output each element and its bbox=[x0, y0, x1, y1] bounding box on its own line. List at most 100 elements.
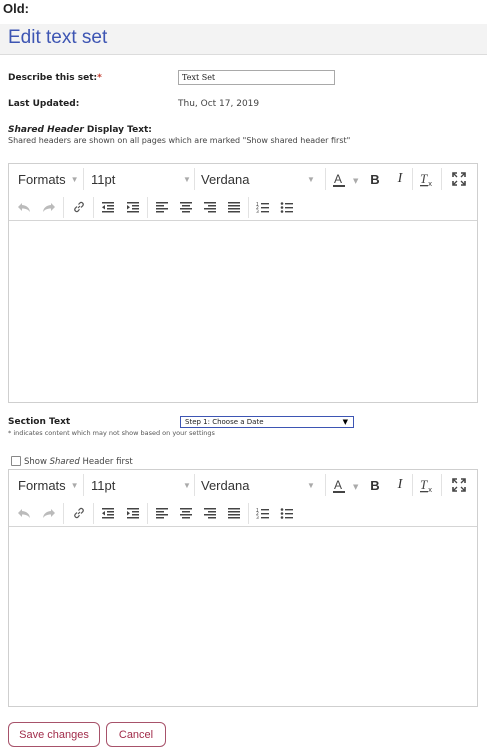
toolbar-divider bbox=[412, 168, 413, 190]
chevron-down-icon: ▼ bbox=[70, 480, 79, 490]
svg-text:T: T bbox=[420, 171, 428, 186]
toolbar-divider bbox=[412, 474, 413, 496]
toolbar-divider bbox=[83, 474, 84, 496]
describe-input[interactable] bbox=[178, 70, 335, 85]
svg-text:A: A bbox=[334, 172, 342, 186]
font-size-dropdown[interactable]: 11pt ▼ bbox=[91, 164, 191, 194]
shared-header-label: Shared Header Display Text: bbox=[8, 125, 152, 135]
redo-icon[interactable] bbox=[39, 503, 59, 523]
align-justify-icon[interactable] bbox=[224, 503, 244, 523]
describe-label: Describe this set:* bbox=[8, 73, 102, 83]
section-text-label: Section Text bbox=[8, 417, 71, 427]
editor-content-area[interactable] bbox=[9, 527, 477, 706]
indent-icon[interactable] bbox=[123, 197, 143, 217]
numbered-list-icon[interactable]: 123 bbox=[253, 197, 273, 217]
shared-header-help: Shared headers are shown on all pages wh… bbox=[8, 136, 351, 145]
section-help: * indicates content which may not show b… bbox=[8, 429, 215, 437]
italic-icon[interactable]: I bbox=[390, 475, 410, 495]
title-bar: Edit text set bbox=[0, 24, 487, 55]
show-shared-suffix: Header first bbox=[79, 457, 133, 467]
fullscreen-icon[interactable] bbox=[449, 475, 469, 495]
bold-icon[interactable]: B bbox=[365, 475, 385, 495]
section-select-value: Step 1: Choose a Date bbox=[185, 418, 264, 426]
link-icon[interactable] bbox=[69, 503, 89, 523]
svg-text:x: x bbox=[428, 180, 432, 188]
svg-text:A: A bbox=[334, 478, 342, 492]
editor-toolbar: Formats ▼ 11pt ▼ Verdana ▼ A ▼ B I Tx 1 … bbox=[9, 164, 477, 221]
svg-text:▼: ▼ bbox=[353, 483, 359, 491]
shared-header-editor: Formats ▼ 11pt ▼ Verdana ▼ A ▼ B I Tx 1 … bbox=[8, 163, 478, 403]
clear-formatting-icon[interactable]: Tx bbox=[417, 475, 437, 495]
cancel-button[interactable]: Cancel bbox=[106, 722, 166, 747]
svg-text:3: 3 bbox=[256, 209, 259, 213]
show-shared-prefix: Show bbox=[24, 457, 50, 467]
align-center-icon[interactable] bbox=[176, 503, 196, 523]
clear-formatting-icon[interactable]: Tx bbox=[417, 169, 437, 189]
chevron-down-icon: ▼ bbox=[307, 174, 315, 184]
align-right-icon[interactable] bbox=[200, 197, 220, 217]
font-size-label: 11pt bbox=[91, 171, 116, 187]
editor-toolbar: Formats ▼ 11pt ▼ Verdana ▼ A ▼ B I Tx 1 … bbox=[9, 470, 477, 527]
bold-icon[interactable]: B bbox=[365, 169, 385, 189]
svg-text:T: T bbox=[420, 477, 428, 492]
toolbar-divider bbox=[93, 503, 94, 524]
toolbar-divider bbox=[93, 197, 94, 218]
describe-label-text: Describe this set: bbox=[8, 73, 98, 83]
toolbar-divider bbox=[248, 197, 249, 218]
italic-icon[interactable]: I bbox=[390, 169, 410, 189]
font-family-dropdown[interactable]: Verdana ▼ bbox=[201, 164, 321, 194]
toolbar-divider bbox=[248, 503, 249, 524]
toolbar-divider bbox=[83, 168, 84, 190]
required-mark: * bbox=[97, 73, 102, 83]
toolbar-divider bbox=[325, 168, 326, 190]
redo-icon[interactable] bbox=[39, 197, 59, 217]
last-updated-label: Last Updated: bbox=[8, 99, 80, 109]
align-justify-icon[interactable] bbox=[224, 197, 244, 217]
last-updated-value: Thu, Oct 17, 2019 bbox=[178, 99, 260, 109]
show-shared-italic: Shared bbox=[49, 457, 80, 467]
align-center-icon[interactable] bbox=[176, 197, 196, 217]
formats-dropdown[interactable]: Formats ▼ bbox=[18, 470, 79, 500]
toolbar-divider bbox=[63, 197, 64, 218]
toolbar-divider bbox=[441, 474, 442, 496]
numbered-list-icon[interactable]: 123 bbox=[253, 503, 273, 523]
formats-dropdown[interactable]: Formats ▼ bbox=[18, 164, 79, 194]
font-family-label: Verdana bbox=[201, 477, 250, 493]
bullet-list-icon[interactable] bbox=[277, 197, 297, 217]
toolbar-divider bbox=[325, 474, 326, 496]
font-size-label: 11pt bbox=[91, 477, 116, 493]
undo-icon[interactable] bbox=[14, 503, 34, 523]
fullscreen-icon[interactable] bbox=[449, 169, 469, 189]
chevron-down-icon: ▼ bbox=[307, 480, 315, 490]
save-changes-button[interactable]: Save changes bbox=[8, 722, 100, 747]
align-left-icon[interactable] bbox=[152, 503, 172, 523]
show-shared-header-checkbox[interactable] bbox=[11, 456, 21, 466]
editor-content-area[interactable] bbox=[9, 221, 477, 402]
text-color-icon[interactable]: A ▼ bbox=[330, 475, 364, 495]
chevron-down-icon: ▼ bbox=[70, 174, 79, 184]
toolbar-divider bbox=[441, 168, 442, 190]
formats-label: Formats bbox=[18, 477, 66, 493]
align-right-icon[interactable] bbox=[200, 503, 220, 523]
outdent-icon[interactable] bbox=[98, 503, 118, 523]
formats-label: Formats bbox=[18, 171, 66, 187]
indent-icon[interactable] bbox=[123, 503, 143, 523]
bullet-list-icon[interactable] bbox=[277, 503, 297, 523]
chevron-down-icon: ▼ bbox=[342, 418, 348, 426]
old-label: Old: bbox=[3, 1, 29, 16]
font-family-dropdown[interactable]: Verdana ▼ bbox=[201, 470, 321, 500]
section-select[interactable]: Step 1: Choose a Date ▼ bbox=[180, 416, 354, 428]
font-size-dropdown[interactable]: 11pt ▼ bbox=[91, 470, 191, 500]
svg-text:▼: ▼ bbox=[353, 177, 359, 185]
link-icon[interactable] bbox=[69, 197, 89, 217]
toolbar-divider bbox=[147, 503, 148, 524]
toolbar-divider bbox=[194, 474, 195, 496]
chevron-down-icon: ▼ bbox=[183, 174, 191, 184]
text-color-icon[interactable]: A ▼ bbox=[330, 169, 364, 189]
undo-icon[interactable] bbox=[14, 197, 34, 217]
align-left-icon[interactable] bbox=[152, 197, 172, 217]
chevron-down-icon: ▼ bbox=[183, 480, 191, 490]
outdent-icon[interactable] bbox=[98, 197, 118, 217]
font-family-label: Verdana bbox=[201, 171, 250, 187]
shared-header-label-rest: Display Text: bbox=[83, 125, 152, 135]
